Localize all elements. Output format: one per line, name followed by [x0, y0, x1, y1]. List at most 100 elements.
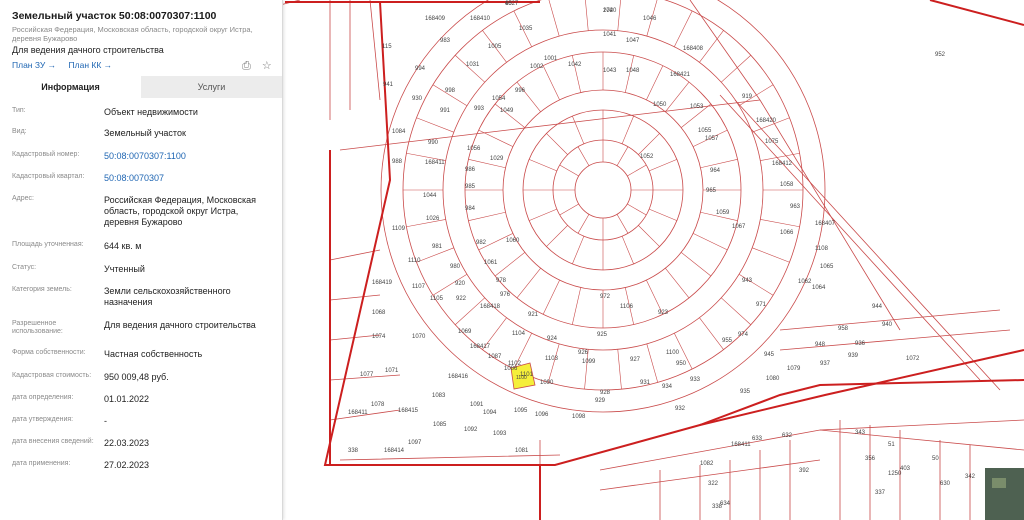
parcel-number-label: 941: [383, 82, 394, 88]
plan-kk-link[interactable]: План КК →: [69, 60, 113, 70]
parcel-number-label: 1054: [492, 96, 506, 102]
parcel-number-label: 928: [600, 390, 611, 396]
parcel-number-label: 632: [782, 433, 793, 439]
parcel-number-label: 1047: [626, 38, 640, 44]
row-value: 27.02.2023: [104, 460, 150, 470]
row-label: Вид:: [12, 128, 27, 135]
parcel-number-label: 986: [465, 167, 476, 173]
parcel-number-label: 1031: [466, 62, 480, 68]
parcel-number-label: 1029: [490, 156, 504, 162]
parcel-number-label: 1001: [544, 56, 558, 62]
row-label: дата утверждения:: [12, 416, 74, 423]
parcel-number-label: 1087: [488, 354, 502, 360]
row-label: Статус:: [12, 264, 37, 271]
parcel-number-label: 1066: [780, 230, 794, 236]
parcel-number-label: 991: [440, 108, 451, 114]
parcel-number-label: 45: [505, 1, 512, 7]
parcel-number-label: 168417: [470, 344, 491, 350]
parcel-address-line: Российская Федерация, Московская область…: [12, 25, 253, 43]
parcel-number-label: 168410: [470, 16, 491, 22]
row-label: дата применения:: [12, 460, 71, 467]
parcel-number-label: 168415: [398, 408, 419, 414]
parcel-number-label: 983: [440, 38, 451, 44]
parcel-number-label: 1082: [700, 461, 714, 467]
row-value: Для ведения дачного строительства: [104, 320, 256, 330]
parcel-number-label: 1026: [426, 216, 440, 222]
parcel-number-label: 337: [875, 490, 886, 496]
parcel-number-label: 1103: [545, 356, 559, 362]
parcel-number-label: 342: [965, 474, 976, 480]
parcel-number-label: 1042: [568, 62, 582, 68]
star-icon[interactable]: ☆: [262, 60, 272, 72]
cadastral-number-link[interactable]: 50:08:0070307:1100: [104, 151, 274, 162]
parcel-number-label: 168419: [372, 280, 393, 286]
row-value: Земельный участок: [104, 128, 186, 138]
row-label: Кадастровый квартал:: [12, 173, 85, 180]
parcel-number-label: 1106: [620, 304, 634, 310]
parcel-number-label: 964: [710, 168, 721, 174]
print-icon[interactable]: ⎙: [242, 60, 251, 72]
parcel-number-label: 1048: [626, 68, 640, 74]
parcel-number-label: 343: [855, 430, 866, 436]
parcel-number-label: 1067: [732, 224, 746, 230]
selected-parcel-label[interactable]: 1100: [516, 375, 527, 381]
parcel-number-label: 1070: [412, 334, 426, 340]
parcel-number-label: 927: [630, 357, 641, 363]
cadastral-quarter-link[interactable]: 50:08:0070307: [104, 173, 274, 184]
parcel-number-label: 168416: [448, 374, 469, 380]
row-label: Кадастровый номер:: [12, 151, 80, 158]
parcel-number-label: 338: [712, 504, 723, 510]
parcel-number-label: 944: [872, 304, 883, 310]
parcel-number-label: 1035: [519, 26, 533, 32]
parcel-number-label: 1043: [603, 68, 617, 74]
parcel-number-label: 998: [445, 88, 456, 94]
parcel-number-label: 168421: [670, 72, 691, 78]
parcel-number-label: 923: [658, 310, 669, 316]
parcel-number-label: 1058: [780, 182, 794, 188]
parcel-number-label: 980: [450, 264, 461, 270]
plan-links: План ЗУ → План КК →: [12, 60, 122, 70]
parcel-number-label: 1052: [640, 154, 654, 160]
parcel-number-label: 1002: [530, 64, 544, 70]
parcel-number-label: 937: [820, 361, 831, 367]
parcel-number-label: 948: [815, 342, 826, 348]
parcel-number-label: 1062: [798, 279, 812, 285]
row-value: Учтенный: [104, 264, 145, 274]
parcel-number-label: 1100: [666, 350, 680, 356]
tab-services[interactable]: Услуги: [141, 76, 282, 98]
parcel-number-label: 1104: [512, 331, 526, 337]
tab-information[interactable]: Информация: [0, 76, 141, 100]
parcel-number-label: 1090: [540, 380, 554, 386]
parcel-number-label: 168407: [815, 221, 836, 227]
parcel-number-label: 922: [456, 296, 467, 302]
parcel-number-label: 921: [528, 312, 539, 318]
parcel-number-label: 971: [756, 302, 767, 308]
row-label: Адрес:: [12, 195, 34, 202]
plan-zu-link[interactable]: План ЗУ →: [12, 60, 56, 70]
parcel-number-label: 1005: [488, 44, 502, 50]
row-value: 950 009,48 руб.: [104, 372, 169, 382]
parcel-number-label: 322: [708, 481, 719, 487]
parcel-number-label: 1056: [467, 146, 481, 152]
parcel-number-label: 403: [900, 466, 911, 472]
parcel-number-label: 934: [662, 384, 673, 390]
parcel-number-label: 930: [412, 96, 423, 102]
row-label: дата внесения сведений:: [12, 438, 94, 445]
parcel-number-label: 940: [882, 322, 893, 328]
row-value: 22.03.2023: [104, 438, 150, 448]
parcel-number-label: 935: [740, 389, 751, 395]
parcel-number-label: 1053: [690, 104, 704, 110]
parcel-number-label: 633: [752, 436, 763, 442]
parcel-number-label: 168408: [683, 46, 704, 52]
parcel-number-label: 972: [600, 294, 611, 300]
parcel-number-label: 936: [855, 341, 866, 347]
parcel-number-label: 925: [597, 332, 608, 338]
parcel-number-label: 926: [578, 350, 589, 356]
row-value: Земли сельскохозяйственного назначения: [104, 286, 231, 307]
parcel-number-label: 115: [382, 44, 392, 50]
parcel-number-label: 1099: [582, 359, 596, 365]
parcel-number-label: 985: [465, 184, 476, 190]
parcel-number-label: 1086: [504, 366, 518, 372]
parcel-number-label: 1074: [372, 334, 386, 340]
parcel-number-label: 1069: [458, 329, 472, 335]
